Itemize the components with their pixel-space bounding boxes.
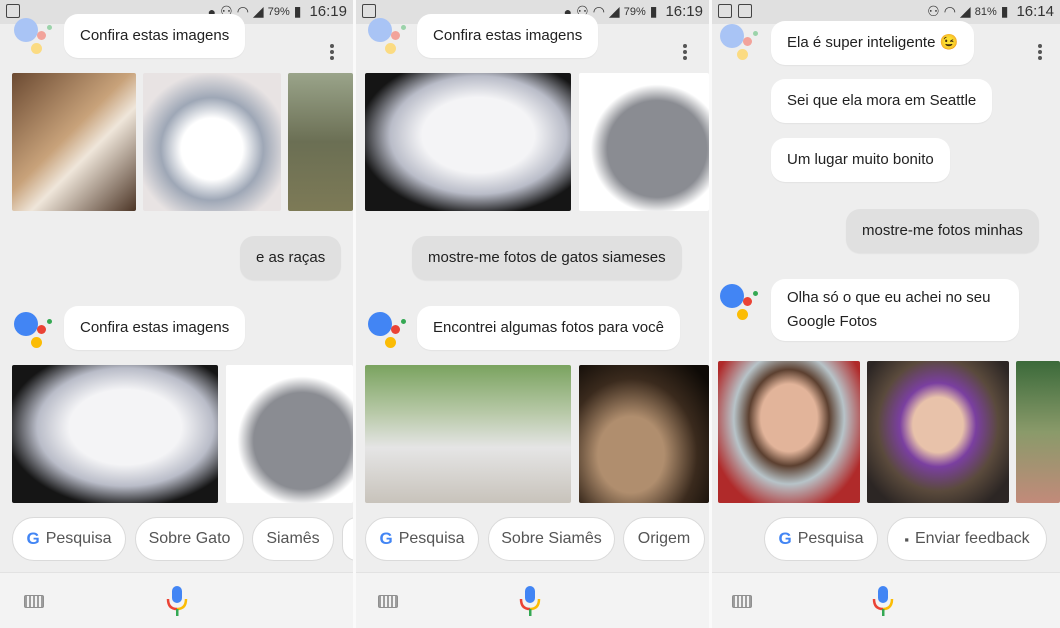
- clock: 16:19: [309, 3, 347, 20]
- keyboard-icon[interactable]: [378, 595, 398, 608]
- panel-2: ● ⚇ ◠ ◢ 79% ▮ 16:19 Confira estas imagen…: [356, 0, 709, 628]
- google-g-icon: G: [778, 529, 792, 548]
- chip-enviar-feedback[interactable]: ▪ Enviar feedback: [887, 517, 1047, 561]
- signal-icon: ◢: [959, 3, 971, 19]
- gray-cat-image[interactable]: [579, 73, 709, 211]
- assistant-message: Confira estas imagens: [64, 306, 246, 350]
- microphone-icon[interactable]: [166, 585, 188, 617]
- assistant-logo-icon: [720, 24, 762, 64]
- gray-cat-image[interactable]: [226, 365, 353, 503]
- assistant-logo-icon: [14, 312, 56, 352]
- more-vert-icon[interactable]: [683, 44, 687, 60]
- user-message: mostre-me fotos de gatos siameses: [412, 236, 682, 280]
- input-bar: [356, 572, 709, 628]
- dogs-image[interactable]: [288, 73, 353, 211]
- feedback-icon: ▪: [904, 531, 909, 547]
- wifi-icon: ◠: [943, 3, 956, 19]
- signal-icon: ◢: [608, 3, 620, 19]
- chip-pesquisa[interactable]: G Pesquisa: [764, 517, 878, 561]
- input-bar: [712, 572, 1060, 628]
- microphone-icon[interactable]: [519, 585, 541, 617]
- ragdoll-cats-image[interactable]: [365, 73, 571, 211]
- assistant-message: Encontrei algumas fotos para você: [417, 306, 680, 350]
- more-vert-icon[interactable]: [1038, 44, 1042, 60]
- ragdoll-cats-image[interactable]: [12, 365, 218, 503]
- chip-pesquisa[interactable]: G Pesquisa: [365, 517, 479, 561]
- assistant-logo-icon: [720, 284, 762, 324]
- selfie-photo[interactable]: [718, 361, 860, 503]
- assistant-message: Olha só o que eu achei no seu Google Fot…: [771, 279, 1019, 341]
- input-bar: [0, 572, 353, 628]
- user-message: mostre-me fotos minhas: [846, 209, 1039, 253]
- siamese-cat-image[interactable]: [579, 365, 709, 503]
- cat-image[interactable]: [12, 73, 136, 211]
- google-g-icon: G: [26, 529, 40, 548]
- microphone-icon[interactable]: [872, 585, 894, 617]
- panel-3: ⚇ ◠ ◢ 81% ▮ 16:14 Ela é super inteligent…: [712, 0, 1060, 628]
- user-message: e as raças: [240, 236, 342, 280]
- image-icon: [738, 4, 752, 18]
- battery-icon: ▮: [649, 3, 658, 19]
- mute-icon: ⚇: [927, 3, 940, 19]
- clock: 16:19: [665, 3, 703, 20]
- selfie-photo[interactable]: [867, 361, 1009, 503]
- chip-pesquisa[interactable]: G Pesquisa: [12, 517, 126, 561]
- keyboard-icon[interactable]: [732, 595, 752, 608]
- assistant-message: Sei que ela mora em Seattle: [771, 79, 993, 123]
- chip-siames[interactable]: Siamês: [252, 517, 334, 561]
- image-icon: [6, 4, 20, 18]
- chip-origem[interactable]: Origem: [623, 517, 705, 561]
- battery-icon: ▮: [293, 3, 302, 19]
- signal-icon: ◢: [252, 3, 264, 19]
- chip-sobre-gato[interactable]: Sobre Gato: [135, 517, 244, 561]
- clock: 16:14: [1016, 3, 1054, 20]
- assistant-logo-icon: [368, 312, 410, 352]
- more-vert-icon[interactable]: [330, 44, 334, 60]
- assistant-message: Confira estas imagens: [64, 14, 246, 58]
- chip-more[interactable]: [342, 517, 353, 561]
- battery-percent: 79%: [623, 5, 646, 18]
- panel-1: ● ⚇ ◠ ◢ 79% ▮ 16:19 Confira estas imagen…: [0, 0, 353, 628]
- battery-icon: ▮: [1000, 3, 1009, 19]
- chip-sobre-siames[interactable]: Sobre Siamês: [488, 517, 615, 561]
- gmail-icon: [718, 4, 732, 18]
- cat-image[interactable]: [143, 73, 281, 211]
- battery-percent: 81%: [974, 5, 997, 18]
- assistant-message: Confira estas imagens: [417, 14, 599, 58]
- assistant-message: Ela é super inteligente 😉: [771, 21, 975, 65]
- google-g-icon: G: [379, 529, 393, 548]
- selfie-photo[interactable]: [1016, 361, 1060, 503]
- siamese-cat-image[interactable]: [365, 365, 571, 503]
- keyboard-icon[interactable]: [24, 595, 44, 608]
- assistant-logo-icon: [14, 18, 56, 58]
- battery-percent: 79%: [267, 5, 290, 18]
- assistant-logo-icon: [368, 18, 410, 58]
- image-icon: [362, 4, 376, 18]
- wifi-icon: ◠: [592, 3, 605, 19]
- assistant-message: Um lugar muito bonito: [771, 138, 950, 182]
